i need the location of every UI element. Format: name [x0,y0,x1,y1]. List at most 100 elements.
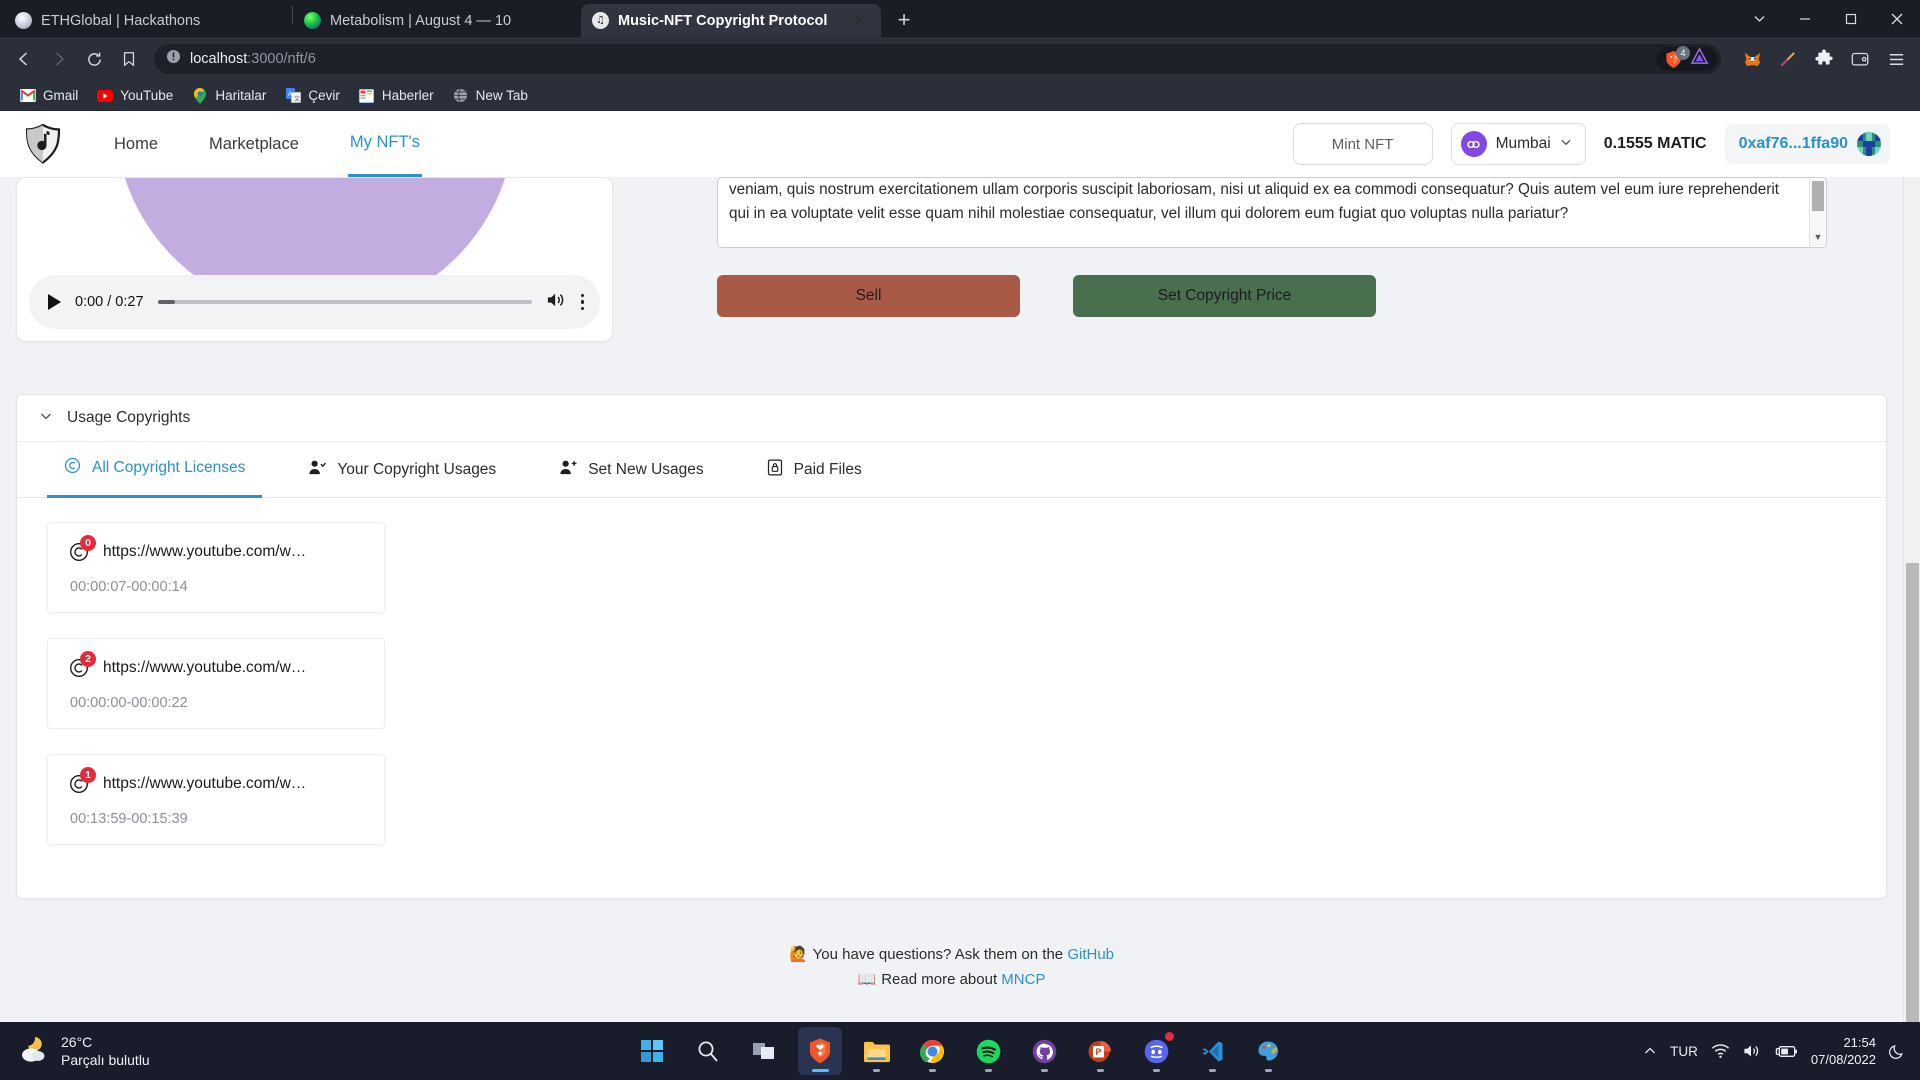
nft-description-box[interactable]: consectetur, adipisci velit, sed quia no… [717,177,1827,248]
scrollbar-thumb[interactable] [1906,563,1919,1058]
bookmark-haberler[interactable]: Haberler [351,85,442,107]
play-icon[interactable] [48,294,61,310]
chevron-up-icon[interactable] [1643,1044,1657,1058]
nav-link-my-nfts[interactable]: My NFT's [347,111,422,177]
brave-shields-group: 4 [1656,45,1717,71]
extensions-icon[interactable] [1808,43,1840,75]
github-link[interactable]: GitHub [1067,946,1114,963]
wifi-icon[interactable] [1711,1043,1730,1059]
page-scrollbar[interactable]: ▲ ▼ [1903,111,1920,1080]
polygon-icon [1460,131,1487,157]
browser-window: ETHGlobal | Hackathons Metabolism | Augu… [0,0,1920,1080]
bookmark-gmail[interactable]: Gmail [12,85,86,107]
description-scrollbar[interactable]: ▼ [1809,179,1825,246]
color-picker-icon[interactable] [1772,43,1804,75]
usage-copyrights-header[interactable]: Usage Copyrights [17,395,1886,442]
taskbar-clock[interactable]: 21:54 07/08/2022 [1811,1034,1876,1068]
audio-progress-slider[interactable] [157,300,532,304]
battery-charging-icon[interactable] [1775,1044,1798,1059]
volume-icon[interactable] [546,291,567,314]
window-close-icon[interactable] [1874,0,1920,37]
bookmark-icon[interactable] [113,43,145,75]
audio-player[interactable]: 0:00 / 0:27 [29,275,600,329]
vs-code[interactable] [1190,1027,1234,1075]
spotify[interactable] [966,1027,1010,1075]
github-desktop[interactable] [1022,1027,1066,1075]
forward-icon[interactable] [43,43,75,75]
nft-actions-column: consectetur, adipisci velit, sed quia no… [717,177,1887,317]
window-controls [1736,0,1920,37]
new-tab-button[interactable]: + [889,5,919,35]
moon-icon[interactable] [1889,1043,1906,1060]
back-icon[interactable] [8,43,40,75]
browser-tab-ethglobal[interactable]: ETHGlobal | Hackathons [4,4,292,37]
description-scroll-thumb[interactable] [1812,181,1824,211]
metamask-icon[interactable] [1736,43,1768,75]
bookmark-youtube[interactable]: YouTube [89,85,181,107]
reload-icon[interactable] [78,43,110,75]
browser-tab-mncp[interactable]: ♫ Music-NFT Copyright Protocol [581,4,881,37]
list-item[interactable]: 2 https://www.youtube.com/w… 00:00:00-00… [47,638,385,729]
minimize-icon[interactable] [1782,0,1828,37]
menu-icon[interactable] [1880,43,1912,75]
status-badge: 0 [80,535,96,551]
mncp-link[interactable]: MNCP [1001,971,1045,988]
person-plus-icon [559,459,577,481]
google-chrome[interactable] [910,1027,954,1075]
copyright-icon: 1 [68,767,96,795]
tab-your-copyright-usages[interactable]: Your Copyright Usages [291,442,513,498]
sell-button[interactable]: Sell [717,275,1020,317]
paint[interactable] [1246,1027,1290,1075]
chevron-down-icon[interactable] [39,409,53,428]
start-button[interactable] [630,1027,674,1075]
license-time-range: 00:00:07-00:00:14 [70,579,188,595]
account-button[interactable]: 0xaf76...1ffa90 [1724,124,1890,164]
chain-selector[interactable]: Mumbai [1450,123,1586,165]
nft-media-card: 0:00 / 0:27 [16,177,613,342]
browser-tab-metabolism[interactable]: Metabolism | August 4 — 10 [293,4,581,37]
chevron-down-icon[interactable] [1736,0,1782,37]
tab-paid-files[interactable]: Paid Files [750,442,879,498]
site-info-icon[interactable] [166,49,181,69]
music-nft-shield-logo[interactable] [22,123,64,165]
tab-strip: ETHGlobal | Hackathons Metabolism | Augu… [0,0,1920,37]
close-icon[interactable] [848,10,870,32]
tab-set-new-usages[interactable]: Set New Usages [542,442,720,498]
bookmark-haritalar[interactable]: Haritalar [184,85,274,107]
panel-title: Usage Copyrights [67,409,191,426]
volume-icon[interactable] [1743,1043,1762,1059]
tab-all-copyright-licenses[interactable]: All Copyright Licenses [47,442,263,498]
nav-link-marketplace[interactable]: Marketplace [207,111,301,177]
header-actions: Mint NFT Mumbai 0.1555 MATIC 0xaf76...1f… [1292,123,1890,165]
powerpoint[interactable]: P [1078,1027,1122,1075]
notification-badge [1163,1030,1176,1043]
scroll-down-arrow[interactable]: ▼ [1810,230,1826,244]
nav-link-home[interactable]: Home [112,111,160,177]
list-item[interactable]: 0 https://www.youtube.com/w… 00:00:07-00… [47,522,385,613]
page-viewport: ▲ ▼ Home Marketplace My NFT's Mint NFT [0,111,1920,1080]
search-button[interactable] [686,1027,730,1075]
audio-more-menu-icon[interactable] [580,293,584,311]
mint-nft-button[interactable]: Mint NFT [1292,123,1433,165]
discord[interactable] [1134,1027,1178,1075]
language-indicator[interactable]: TUR [1670,1044,1698,1059]
svg-text:A: A [288,92,292,98]
file-explorer[interactable] [854,1027,898,1075]
wallet-icon[interactable] [1844,43,1876,75]
address-bar[interactable]: localhost:3000/nft/6 4 [154,44,1721,74]
maximize-icon[interactable] [1828,0,1874,37]
brave-browser[interactable] [798,1027,842,1075]
brave-rewards-icon[interactable] [1690,47,1709,71]
nft-detail-row: 0:00 / 0:27 consectetur, adipisci velit,… [0,177,1903,342]
task-view-button[interactable] [742,1027,786,1075]
copyright-icon: 0 [68,535,96,563]
brave-shield-icon[interactable]: 4 [1664,45,1690,69]
bookmarks-bar: Gmail YouTube Haritalar A文 Çevir Haberle… [0,81,1920,111]
set-copyright-price-button[interactable]: Set Copyright Price [1073,275,1376,317]
bookmark-new-tab[interactable]: New Tab [445,85,536,107]
list-item[interactable]: 1 https://www.youtube.com/w… 00:13:59-00… [47,754,385,845]
metabolism-icon [304,12,321,29]
weather-widget[interactable]: 26°C Parçalı bulutlu [0,1033,250,1069]
ethglobal-icon [15,12,32,29]
bookmark-cevir[interactable]: A文 Çevir [277,85,348,107]
